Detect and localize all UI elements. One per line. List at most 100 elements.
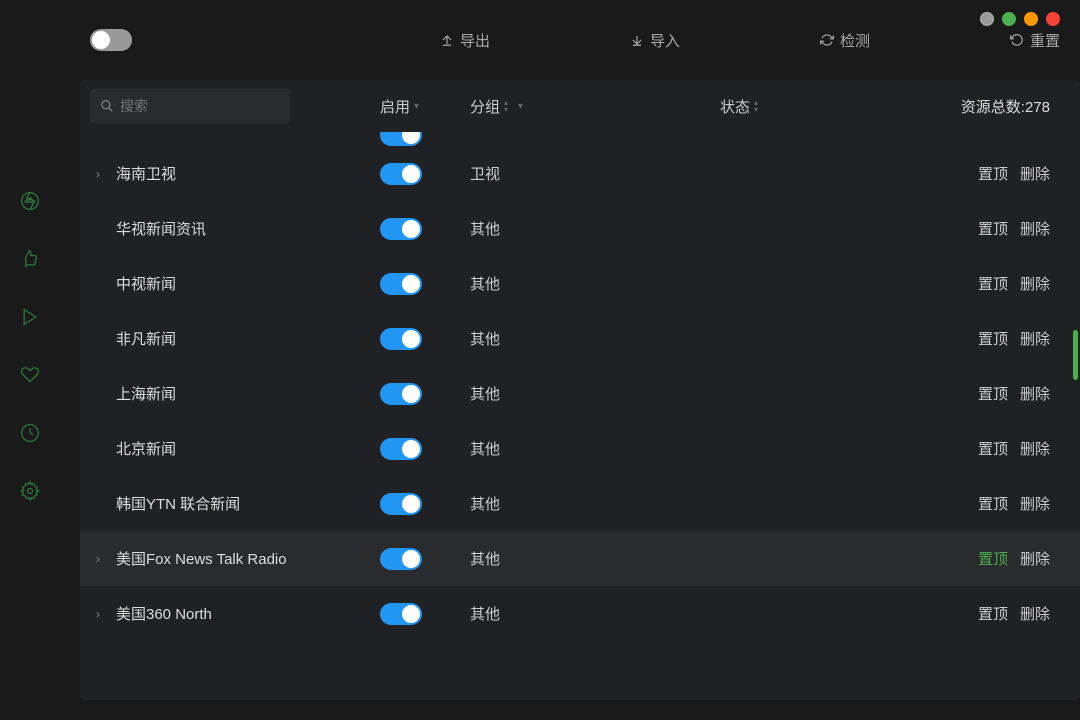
aperture-icon[interactable] xyxy=(19,190,41,212)
enable-toggle[interactable] xyxy=(380,493,422,515)
toolbar-actions: 导出 导入 检测 重置 xyxy=(440,30,1060,51)
delete-button[interactable]: 删除 xyxy=(1020,548,1050,569)
search-box[interactable] xyxy=(90,89,290,123)
search-input[interactable] xyxy=(120,98,270,114)
chevron-down-icon: ▾ xyxy=(414,101,419,112)
pin-button[interactable]: 置顶 xyxy=(978,218,1008,239)
enable-toggle[interactable] xyxy=(380,273,422,295)
channel-name: 海南卫视 xyxy=(116,163,176,184)
chevron-right-icon[interactable]: › xyxy=(96,167,108,181)
channel-name: 中视新闻 xyxy=(116,273,176,294)
table-row[interactable]: 北京新闻 其他 置顶删除 xyxy=(80,421,1080,476)
row-group: 卫视 xyxy=(470,163,720,184)
enable-toggle[interactable] xyxy=(380,218,422,240)
delete-button[interactable]: 删除 xyxy=(1020,328,1050,349)
col-group[interactable]: 分组 ▴▾ ▾ xyxy=(470,96,720,117)
chevron-right-icon[interactable]: › xyxy=(96,552,108,566)
enable-toggle[interactable] xyxy=(380,603,422,625)
channel-name: 韩国YTN 联合新闻 xyxy=(116,493,240,514)
row-group: 其他 xyxy=(470,328,720,349)
pin-button[interactable]: 置顶 xyxy=(978,328,1008,349)
import-button[interactable]: 导入 xyxy=(630,30,680,51)
row-name: 北京新闻 xyxy=(90,438,380,459)
row-group: 其他 xyxy=(470,438,720,459)
row-actions: 置顶删除 xyxy=(978,163,1070,184)
scrollbar-thumb[interactable] xyxy=(1073,330,1078,380)
reset-label: 重置 xyxy=(1030,30,1060,51)
col-status[interactable]: 状态 ▴▾ xyxy=(720,96,961,117)
sort-icon: ▴▾ xyxy=(754,100,758,113)
table-row[interactable]: ›美国Fox News Talk Radio 其他 置顶删除 xyxy=(80,531,1080,586)
row-actions: 置顶删除 xyxy=(978,493,1070,514)
row-name: 韩国YTN 联合新闻 xyxy=(90,493,380,514)
row-actions: 置顶删除 xyxy=(978,218,1070,239)
table-row[interactable]: 中视新闻其他置顶删除 xyxy=(80,256,1080,311)
pin-button[interactable]: 置顶 xyxy=(978,493,1008,514)
row-name: 非凡新闻 xyxy=(90,328,380,349)
row-name: ›美国Fox News Talk Radio xyxy=(90,548,380,569)
row-name: 中视新闻 xyxy=(90,273,380,294)
delete-button[interactable]: 删除 xyxy=(1020,163,1050,184)
play-icon[interactable] xyxy=(19,306,41,328)
delete-button[interactable]: 删除 xyxy=(1020,218,1050,239)
channel-name: 华视新闻资讯 xyxy=(116,218,206,239)
pin-button[interactable]: 置顶 xyxy=(978,548,1008,569)
table-row[interactable]: 华视新闻资讯 其他 置顶删除 xyxy=(80,201,1080,256)
col-group-label: 分组 xyxy=(470,96,500,117)
row-actions: 置顶删除 xyxy=(978,603,1070,624)
heart-icon[interactable] xyxy=(19,364,41,386)
enable-toggle[interactable] xyxy=(380,132,422,146)
row-name: › 海南卫视 xyxy=(90,163,380,184)
refresh-icon xyxy=(820,33,834,47)
export-button[interactable]: 导出 xyxy=(440,30,490,51)
row-group: 其他 xyxy=(470,548,720,569)
enable-toggle[interactable] xyxy=(380,548,422,570)
enable-toggle[interactable] xyxy=(380,328,422,350)
table-row[interactable]: 非凡新闻 其他 置顶删除 xyxy=(80,311,1080,366)
reset-icon xyxy=(1010,33,1024,47)
content-panel: 启用 ▾ 分组 ▴▾ ▾ 状态 ▴▾ 资源总数:278 ›海南卫视卫视置顶删除华… xyxy=(80,80,1080,700)
thumbs-up-icon[interactable] xyxy=(19,248,41,270)
sidebar xyxy=(0,0,60,720)
table-row[interactable]: ›美国360 North其他置顶删除 xyxy=(80,586,1080,641)
row-group: 其他 xyxy=(470,218,720,239)
row-name: 上海新闻 xyxy=(90,383,380,404)
reset-button[interactable]: 重置 xyxy=(1010,30,1060,51)
pin-button[interactable]: 置顶 xyxy=(978,273,1008,294)
download-icon xyxy=(630,33,644,47)
row-group: 其他 xyxy=(470,493,720,514)
col-enable-label: 启用 xyxy=(380,96,410,117)
clock-icon[interactable] xyxy=(19,422,41,444)
delete-button[interactable]: 删除 xyxy=(1020,273,1050,294)
row-actions: 置顶删除 xyxy=(978,548,1070,569)
import-label: 导入 xyxy=(650,30,680,51)
row-actions: 置顶删除 xyxy=(978,383,1070,404)
enable-toggle[interactable] xyxy=(380,438,422,460)
delete-button[interactable]: 删除 xyxy=(1020,603,1050,624)
channel-name: 上海新闻 xyxy=(116,383,176,404)
check-button[interactable]: 检测 xyxy=(820,30,870,51)
pin-button[interactable]: 置顶 xyxy=(978,438,1008,459)
upload-icon xyxy=(440,33,454,47)
delete-button[interactable]: 删除 xyxy=(1020,438,1050,459)
row-name: ›美国360 North xyxy=(90,603,380,624)
channel-name: 北京新闻 xyxy=(116,438,176,459)
enable-toggle[interactable] xyxy=(380,163,422,185)
toolbar: 导出 导入 检测 重置 xyxy=(80,0,1080,80)
table-row[interactable]: 韩国YTN 联合新闻 其他 置顶删除 xyxy=(80,476,1080,531)
delete-button[interactable]: 删除 xyxy=(1020,383,1050,404)
delete-button[interactable]: 删除 xyxy=(1020,493,1050,514)
col-enable[interactable]: 启用 ▾ xyxy=(380,96,470,117)
main: 导出 导入 检测 重置 启用 ▾ xyxy=(80,0,1080,720)
chevron-right-icon[interactable]: › xyxy=(96,607,108,621)
table-row[interactable]: › 海南卫视 卫视 置顶删除 xyxy=(80,146,1080,201)
enable-toggle[interactable] xyxy=(380,383,422,405)
resource-count: 资源总数:278 xyxy=(961,96,1070,117)
pin-button[interactable]: 置顶 xyxy=(978,603,1008,624)
table-row[interactable]: 上海新闻 其他 置顶删除 xyxy=(80,366,1080,421)
gear-icon[interactable] xyxy=(19,480,41,502)
master-toggle[interactable] xyxy=(90,29,132,51)
row-group: 其他 xyxy=(470,383,720,404)
pin-button[interactable]: 置顶 xyxy=(978,383,1008,404)
pin-button[interactable]: 置顶 xyxy=(978,163,1008,184)
